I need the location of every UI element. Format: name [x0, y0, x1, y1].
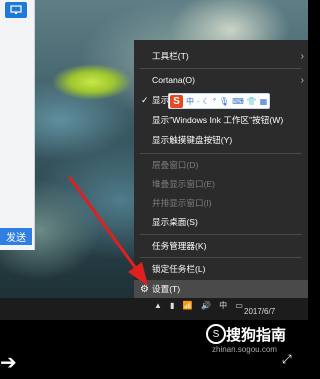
send-button[interactable]: 发送 — [0, 228, 32, 245]
chat-window: 发送 — [0, 0, 35, 250]
menu-item-label: 并排显示窗口(I) — [152, 198, 212, 208]
menu-item-label: 显示桌面(S) — [152, 217, 198, 227]
menu-item-label: 任务管理器(K) — [152, 241, 207, 251]
menu-separator — [140, 153, 302, 154]
ime-mic-icon[interactable]: 🎙 — [219, 97, 229, 106]
tray-icons[interactable]: ▲ ▮ 📶 🔊 中 ▭ — [154, 300, 246, 311]
menu-separator — [140, 257, 302, 258]
menu-item-toolbars[interactable]: 工具栏(T) › — [134, 47, 308, 65]
menu-item-show-desktop[interactable]: 显示桌面(S) — [134, 213, 308, 231]
sogou-logo-icon[interactable]: S — [170, 94, 183, 108]
checkmark-icon: ✓ — [141, 94, 149, 105]
menu-item-side-by-side-windows: 并排显示窗口(I) — [134, 194, 308, 212]
menu-item-settings[interactable]: ⚙ 设置(T) — [134, 280, 308, 298]
ime-grid-icon[interactable]: ▦ — [260, 97, 268, 106]
menu-item-label: 堆叠显示窗口(E) — [152, 179, 216, 189]
menu-item-ink-workspace-button[interactable]: 显示"Windows Ink 工作区"按钮(W) — [134, 111, 308, 129]
taskbar-context-menu: 工具栏(T) › Cortana(O) › ✓ 显示"任务视图"按钮(V) 显示… — [134, 40, 308, 298]
ime-mode-chinese[interactable]: 中 — [186, 96, 194, 107]
watermark-url: zhinan.sogou.com — [212, 345, 277, 354]
menu-separator — [140, 234, 302, 235]
ime-moon-icon[interactable]: ☾ — [203, 97, 210, 106]
menu-item-label: 设置(T) — [152, 284, 181, 294]
ime-punctuation-icon[interactable]: · — [197, 97, 200, 106]
menu-item-stack-windows: 堆叠显示窗口(E) — [134, 175, 308, 193]
watermark-brand: 搜狗指南 — [226, 327, 287, 344]
menu-item-label: 层叠窗口(D) — [152, 160, 199, 170]
menu-item-label: 显示"Windows Ink 工作区"按钮(W) — [152, 115, 284, 125]
ime-fullwidth-icon[interactable]: ° — [213, 97, 216, 106]
ime-keyboard-icon[interactable]: ⌨ — [232, 97, 244, 106]
chat-monitor-icon[interactable] — [5, 2, 27, 18]
menu-item-label: 工具栏(T) — [152, 51, 189, 61]
ime-skin-icon[interactable]: 👕 — [247, 97, 257, 106]
menu-item-label: Cortana(O) — [152, 75, 195, 85]
menu-item-label: 锁定任务栏(L) — [152, 264, 206, 274]
next-arrow-icon[interactable]: ➔ — [0, 350, 17, 375]
chevron-right-icon: › — [300, 50, 304, 62]
taskbar-date[interactable]: 2017/6/7 — [244, 307, 275, 316]
menu-item-lock-taskbar[interactable]: 锁定任务栏(L) — [134, 260, 308, 278]
sogou-ime-toolbar[interactable]: S 中 · ☾ ° 🎙 ⌨ 👕 ▦ — [168, 93, 270, 109]
sogou-watermark-logo-icon: S — [206, 324, 226, 344]
chevron-right-icon: › — [300, 74, 304, 86]
menu-item-task-manager[interactable]: 任务管理器(K) — [134, 237, 308, 255]
menu-separator — [140, 68, 302, 69]
menu-item-cortana[interactable]: Cortana(O) › — [134, 71, 308, 89]
fullscreen-icon[interactable]: ⤢ — [282, 352, 292, 367]
gear-icon: ⚙ — [140, 283, 149, 295]
menu-item-label: 显示触摸键盘按钮(Y) — [152, 135, 233, 145]
menu-item-touch-keyboard-button[interactable]: 显示触摸键盘按钮(Y) — [134, 131, 308, 149]
menu-item-cascade-windows: 层叠窗口(D) — [134, 156, 308, 174]
